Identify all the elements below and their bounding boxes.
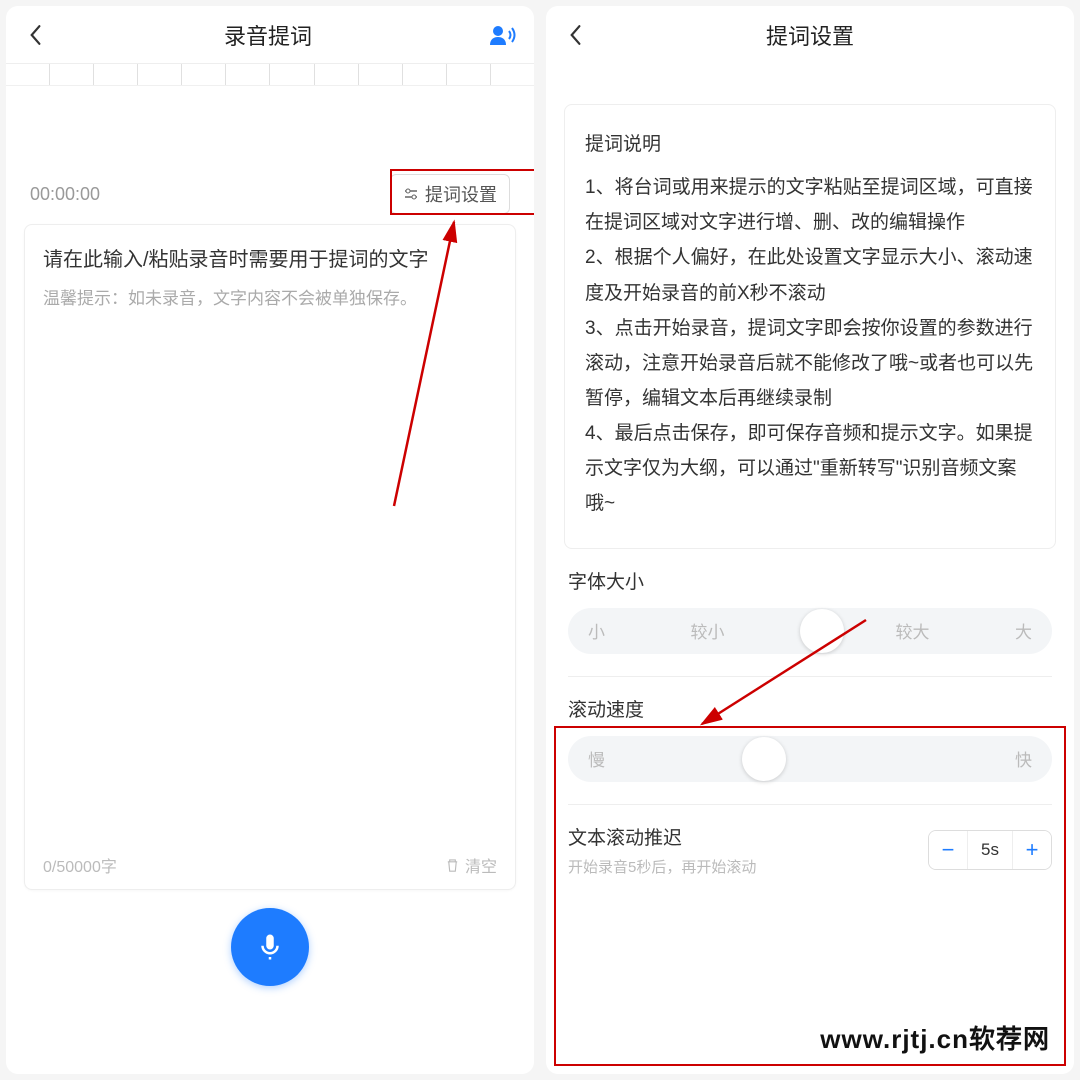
watermark: www.rjtj.cn软荐网 xyxy=(820,1019,1050,1056)
text-card: 请在此输入/粘贴录音时需要用于提词的文字 温馨提示：如未录音，文字内容不会被单独… xyxy=(24,224,516,890)
scroll-delay-sub: 开始录音5秒后，再开始滚动 xyxy=(568,856,928,877)
font-option: 较小 xyxy=(691,618,725,643)
back-button[interactable] xyxy=(22,22,48,48)
slider-thumb[interactable] xyxy=(742,737,786,781)
clear-label: 清空 xyxy=(465,853,497,877)
clear-button[interactable]: 清空 xyxy=(445,853,497,877)
microphone-icon xyxy=(255,932,285,962)
trash-icon xyxy=(445,858,460,873)
recording-screen: 录音提词 00:00:00 提词设置 请在此输入/粘贴录音时需要用于提词的文字 … xyxy=(6,6,534,1074)
sliders-icon xyxy=(403,186,419,202)
voice-profile-icon[interactable] xyxy=(488,22,518,48)
speed-min-label: 慢 xyxy=(588,746,605,771)
scroll-delay-label: 文本滚动推迟 xyxy=(568,823,928,850)
textarea-placeholder[interactable]: 请在此输入/粘贴录音时需要用于提词的文字 xyxy=(43,243,497,272)
scroll-speed-label: 滚动速度 xyxy=(568,695,1052,722)
stepper-value: 5s xyxy=(967,831,1013,869)
timeline-ruler xyxy=(6,64,534,86)
instructions-line: 3、点击开始录音，提词文字即会按你设置的参数进行滚动，注意开始录音后就不能修改了… xyxy=(585,311,1035,416)
font-size-label: 字体大小 xyxy=(568,567,1052,594)
delay-stepper: − 5s + xyxy=(928,830,1052,870)
speed-max-label: 快 xyxy=(1015,746,1032,771)
font-option: 小 xyxy=(588,618,605,643)
scroll-speed-section: 滚动速度 慢 快 xyxy=(546,677,1074,805)
chevron-left-icon xyxy=(28,24,42,46)
stepper-plus[interactable]: + xyxy=(1013,831,1051,869)
back-button[interactable] xyxy=(562,22,588,48)
instructions-card: 提词说明 1、将台词或用来提示的文字粘贴至提词区域，可直接在提词区域对文字进行增… xyxy=(564,104,1056,549)
slider-thumb[interactable] xyxy=(800,609,844,653)
settings-screen: 提词设置 提词说明 1、将台词或用来提示的文字粘贴至提词区域，可直接在提词区域对… xyxy=(546,6,1074,1074)
topbar: 提词设置 xyxy=(546,6,1074,64)
font-size-section: 字体大小 小 较小 较大 大 xyxy=(546,549,1074,677)
page-title: 录音提词 xyxy=(48,19,488,51)
font-option: 大 xyxy=(1015,618,1032,643)
stepper-minus[interactable]: − xyxy=(929,831,967,869)
font-option: 较大 xyxy=(896,618,930,643)
instructions-line: 1、将台词或用来提示的文字粘贴至提词区域，可直接在提词区域对文字进行增、删、改的… xyxy=(585,170,1035,240)
instructions-line: 4、最后点击保存，即可保存音频和提示文字。如果提示文字仅为大纲，可以通过"重新转… xyxy=(585,416,1035,521)
char-counter: 0/50000字 xyxy=(43,853,117,877)
font-size-slider[interactable]: 小 较小 较大 大 xyxy=(568,608,1052,654)
teleprompter-settings-button[interactable]: 提词设置 xyxy=(390,174,510,214)
meta-row: 00:00:00 提词设置 xyxy=(6,174,534,224)
chevron-left-icon xyxy=(568,24,582,46)
teleprompter-settings-label: 提词设置 xyxy=(425,181,497,207)
scroll-delay-section: 文本滚动推迟 开始录音5秒后，再开始滚动 − 5s + xyxy=(546,805,1074,883)
instructions-title: 提词说明 xyxy=(585,127,1035,162)
textarea-tip: 温馨提示：如未录音，文字内容不会被单独保存。 xyxy=(43,284,497,309)
topbar: 录音提词 xyxy=(6,6,534,64)
timer-display: 00:00:00 xyxy=(30,184,390,205)
scroll-speed-slider[interactable]: 慢 快 xyxy=(568,736,1052,782)
record-button[interactable] xyxy=(231,908,309,986)
instructions-line: 2、根据个人偏好，在此处设置文字显示大小、滚动速度及开始录音的前X秒不滚动 xyxy=(585,240,1035,310)
page-title: 提词设置 xyxy=(588,19,1032,51)
